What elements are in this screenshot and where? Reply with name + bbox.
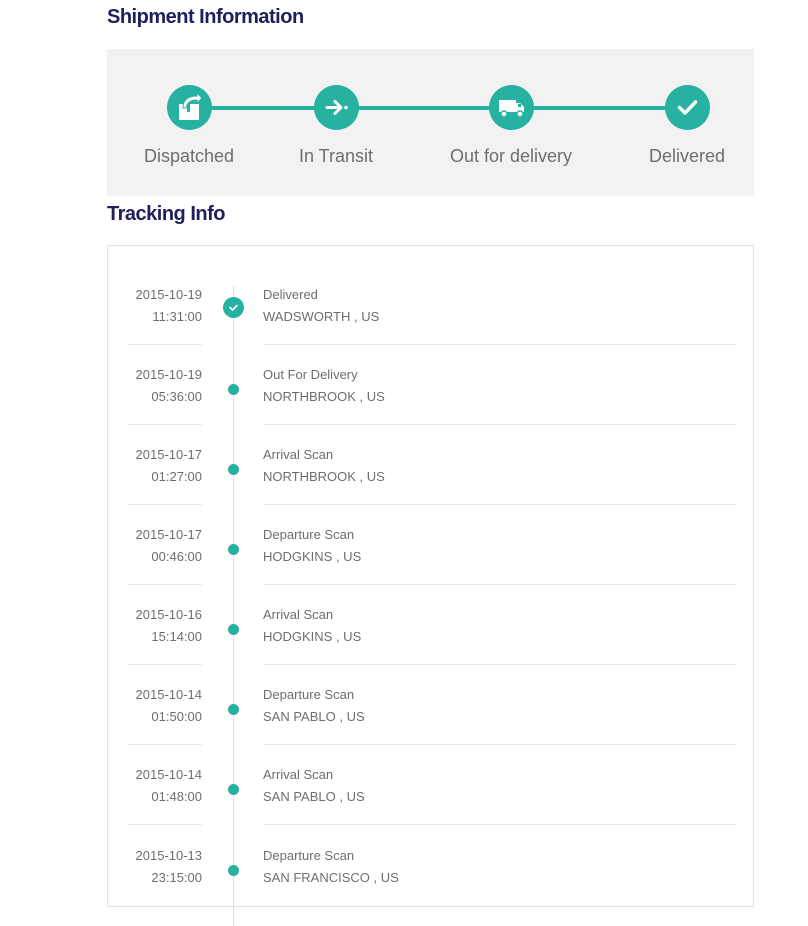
event-time: 15:14:00 [151,629,202,644]
tracking-event: 2015-10-17 01:27:00 Arrival Scan NORTHBR… [108,406,753,505]
tracking-event: 2015-10-14 01:50:00 Departure Scan SAN P… [108,646,753,745]
event-date: 2015-10-19 [135,287,203,302]
tracking-event: 2015-10-14 01:48:00 Arrival Scan SAN PAB… [108,726,753,825]
truck-icon [488,85,534,130]
arrow-transit-icon [313,85,359,130]
event-date: 2015-10-16 [135,607,203,622]
event-status: Arrival Scan [263,447,334,462]
tracking-info-title: Tracking Info [107,203,225,225]
step-out-for-delivery: Out for delivery [436,85,586,167]
event-status: Departure Scan [263,687,355,702]
event-time: 11:31:00 [152,309,202,324]
timeline-dot-icon [228,384,239,395]
event-status: Departure Scan [263,527,355,542]
event-location: HODGKINS , US [263,629,362,644]
event-location: WADSWORTH , US [263,309,380,324]
delivered-check-icon [223,297,244,318]
event-status: Delivered [263,287,318,302]
event-location: SAN PABLO , US [263,709,365,724]
step-dispatched: Dispatched [114,85,264,167]
shipment-progress: Dispatched In Transit Out for delivery D… [107,49,754,196]
tracking-event: 2015-10-19 05:36:00 Out For Delivery NOR… [108,326,753,425]
event-location: SAN FRANCISCO , US [263,870,399,885]
step-label: Out for delivery [449,146,573,166]
event-time: 01:48:00 [151,789,202,804]
step-label: In Transit [298,146,374,166]
step-label: Dispatched [143,146,235,166]
event-time: 01:50:00 [151,709,202,724]
tracking-timeline: 2015-10-19 11:31:00 Delivered WADSWORTH … [107,245,754,926]
event-time: 01:27:00 [151,469,202,484]
timeline-dot-icon [228,464,239,475]
event-date: 2015-10-19 [135,367,203,382]
event-status: Out For Delivery [263,367,358,382]
event-location: NORTHBROOK , US [263,389,385,404]
event-time: 00:46:00 [151,549,202,564]
timeline-dot-icon [228,624,239,635]
timeline-dot-icon [228,544,239,555]
checkmark-icon [664,85,710,130]
event-date: 2015-10-17 [135,527,203,542]
shipment-info-title: Shipment Information [107,6,304,28]
event-status: Arrival Scan [263,767,334,782]
timeline-dot-icon [228,865,239,876]
event-date: 2015-10-14 [135,687,203,702]
event-location: NORTHBROOK , US [263,469,385,484]
event-date: 2015-10-14 [135,767,203,782]
event-location: HODGKINS , US [263,549,362,564]
event-date: 2015-10-13 [135,848,203,863]
dispatched-box-icon [166,85,212,130]
step-in-transit: In Transit [261,85,411,167]
timeline-dot-icon [228,784,239,795]
step-delivered: Delivered [612,85,762,167]
event-date: 2015-10-17 [135,447,203,462]
event-status: Arrival Scan [263,607,334,622]
tracking-event: 2015-10-13 23:15:00 Departure Scan SAN F… [108,807,753,887]
tracking-event: 2015-10-17 00:46:00 Departure Scan HODGK… [108,486,753,585]
tracking-event: 2015-10-16 15:14:00 Arrival Scan HODGKIN… [108,566,753,665]
event-status: Departure Scan [263,848,355,863]
timeline-dot-icon [228,704,239,715]
tracking-event: 2015-10-19 11:31:00 Delivered WADSWORTH … [108,246,753,345]
step-label: Delivered [648,146,726,166]
event-location: SAN PABLO , US [263,789,365,804]
event-time: 23:15:00 [151,870,202,885]
event-time: 05:36:00 [151,389,202,404]
